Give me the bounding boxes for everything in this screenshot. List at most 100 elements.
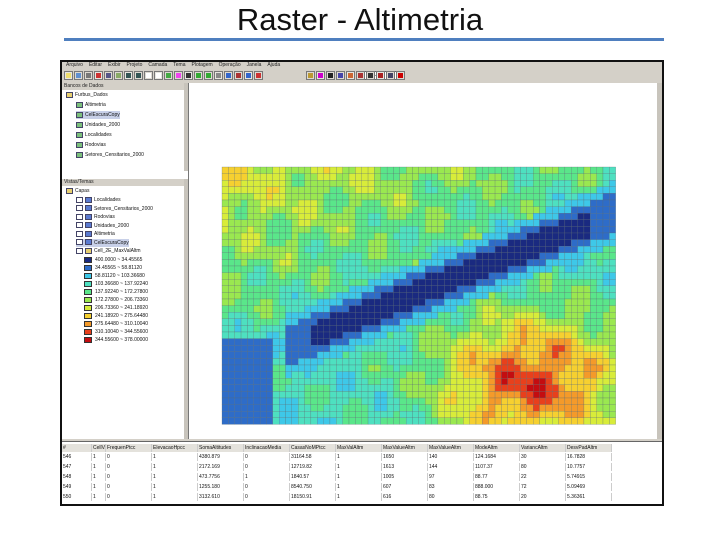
theme-item[interactable]: Altimetria [76,230,115,238]
theme-item[interactable]: CelEscuraCopy [76,238,129,247]
query-icon[interactable] [306,71,315,80]
cut-icon[interactable] [94,71,103,80]
raster-cell [564,226,572,234]
menu-item[interactable]: Projeto [127,62,143,68]
raster-cell [329,285,337,293]
menu-item[interactable]: Arquivo [66,62,83,68]
raster-cell [380,391,388,399]
legend-entry: 310.10040 ~ 344.55600 [84,328,148,336]
raster-cell [463,351,470,359]
graph-icon[interactable] [386,71,395,80]
database-item[interactable]: Unidades_2000 [76,121,120,129]
theme-item[interactable]: Rodovias [76,213,115,221]
undo-icon[interactable] [124,71,133,80]
raster-cell [602,239,610,247]
filter-icon[interactable] [316,71,325,80]
raster-cell [444,371,451,379]
polygon-icon[interactable] [336,71,345,80]
edit-icon[interactable] [346,71,355,80]
menu-item[interactable]: Operação [219,62,241,68]
checkbox-icon[interactable] [76,230,83,237]
raster-cell [298,206,305,214]
raster-cell [513,206,521,214]
save-icon[interactable] [74,71,83,80]
checkbox-icon[interactable] [76,222,83,229]
raster-cell [418,325,426,333]
table-row[interactable]: 548 1 0 1 473.7756 1 1840.57 1 1005 97 88.77 22 5.74… [62,473,662,481]
redo-icon[interactable] [134,71,143,80]
database-item[interactable]: Furbus_Dados [66,91,108,99]
copy-icon[interactable] [104,71,113,80]
info-icon[interactable] [164,71,173,80]
zoom-in-icon[interactable] [194,71,203,80]
table-row[interactable]: 546 1 0 1 4380.879 0 31164.58 1 1650 140 124.1684 3… [62,453,662,461]
legend-swatch [84,256,92,263]
theme-icon [85,247,92,254]
checkbox-icon[interactable] [76,247,83,254]
checkbox-icon[interactable] [76,239,83,246]
menu-item[interactable]: Plotagem [192,62,213,68]
area-icon[interactable] [254,71,263,80]
paste-icon[interactable] [114,71,123,80]
refresh-icon[interactable] [224,71,233,80]
pan-icon[interactable] [214,71,223,80]
open-icon[interactable] [64,71,73,80]
add-layer-icon[interactable] [144,71,153,80]
north-icon[interactable] [366,71,375,80]
distance-icon[interactable] [244,71,253,80]
raster-cell [418,358,426,366]
stop-icon[interactable] [396,71,405,80]
database-item[interactable]: Rodovias [76,141,106,149]
database-item[interactable]: Setores_Censitarios_2000 [76,151,144,159]
raster-cell [348,213,356,220]
raster-cell [380,193,388,201]
raster-cell [259,364,267,372]
raster-cell [285,404,292,412]
menu-item[interactable]: Janela [247,62,262,68]
checkbox-icon[interactable] [76,213,83,220]
raster-cell [418,312,426,319]
checkbox-icon[interactable] [76,196,83,203]
map-scrollbar[interactable] [657,83,662,439]
database-item[interactable]: CelEscuraCopy [76,111,120,119]
table-row[interactable]: 550 1 0 1 3132.610 0 18150.91 1 616 80 88.75 20 5.36… [62,493,662,501]
menu-item[interactable]: Camada [148,62,167,68]
zoom-out-icon[interactable] [204,71,213,80]
table-cell: 5.36361 [566,493,612,501]
views-scrollbar[interactable] [184,179,188,439]
theme-item[interactable]: Unidades_2000 [76,222,129,230]
line-icon[interactable] [326,71,335,80]
menu-item[interactable]: Ajuda [267,62,280,68]
theme-item[interactable]: Setores_Censitarios_2000 [76,205,153,213]
table-row[interactable]: 547 1 0 1 2172.169 0 12719.82 1 1613 144 1107.37 80… [62,463,662,471]
raster-cell [221,411,229,418]
measure-icon[interactable] [234,71,243,80]
remove-layer-icon[interactable] [154,71,163,80]
database-scrollbar[interactable] [184,83,188,171]
raster-cell [418,345,426,352]
menu-item[interactable]: Tema [173,62,185,68]
views-root[interactable]: Capas [66,187,89,195]
raster-cell [342,213,350,220]
database-item[interactable]: Altimetria [76,101,106,109]
menu-item[interactable]: Editar [89,62,102,68]
theme-item[interactable]: Localidades [76,196,121,204]
raster-cell [279,265,286,273]
table-row[interactable]: 549 1 0 1 1255.180 0 8540.750 1 607 83 888.000 72 5.… [62,483,662,491]
flag-icon[interactable] [376,71,385,80]
menu-item[interactable]: Exibir [108,62,121,68]
raster-cell [253,193,261,201]
raster-cell [501,404,508,412]
raster-cell [317,206,324,214]
print-icon[interactable] [84,71,93,80]
checkbox-icon[interactable] [76,205,83,212]
theme-item[interactable]: Cell_2E_MaxValAltm [76,247,141,255]
database-item[interactable]: Localidades [76,131,112,139]
move-icon[interactable] [356,71,365,80]
pointer-icon[interactable] [184,71,193,80]
map-canvas[interactable] [189,83,657,439]
raster-cell [564,186,572,194]
select-icon[interactable] [174,71,183,80]
raster-cell [355,292,362,300]
raster-cell [234,345,242,352]
